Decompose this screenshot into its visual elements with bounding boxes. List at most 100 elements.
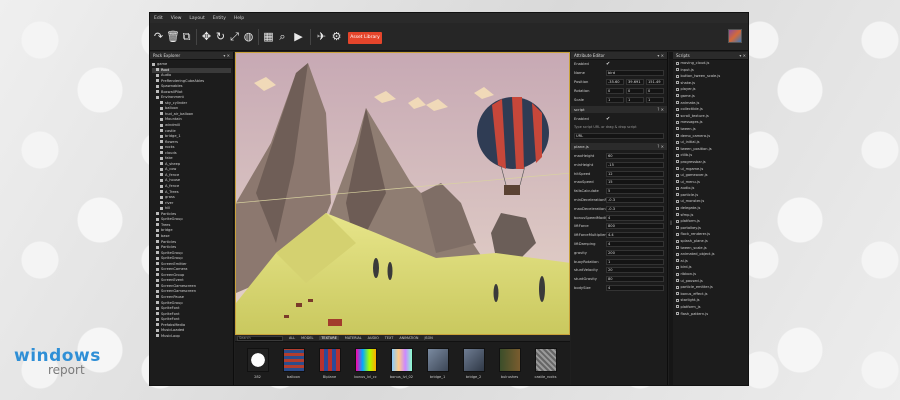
script-item[interactable]: shake.js [673,80,748,87]
script-item[interactable]: audio.js [673,185,748,192]
menu-item[interactable]: View [171,16,182,21]
script-item[interactable]: animated_object.js [673,251,748,258]
value-field[interactable]: 1 [606,258,664,265]
script-item[interactable]: tween_scale.js [673,245,748,252]
asset-item[interactable]: balloon [279,348,308,379]
enabled-checkbox[interactable]: ✔ [606,61,610,67]
asset-tab[interactable]: MODEL [301,336,313,340]
asset-tab[interactable]: ALL [289,336,295,340]
script-item[interactable]: platform_js [673,304,748,311]
panel-menu-icon[interactable]: ▾ ✕ [223,52,230,60]
asset-item[interactable]: Biplane [315,348,344,379]
script-item[interactable]: splash_plane.js [673,238,748,245]
script-enabled-checkbox[interactable]: ✔ [606,116,610,122]
asset-library-button[interactable]: Asset Library [348,32,382,44]
tree-item[interactable]: MusicLoop [152,334,231,340]
script-item[interactable]: sfmp.js [673,212,748,219]
script-item[interactable]: flock_renderer.js [673,231,748,238]
settings-icon[interactable]: ⚙ [330,30,343,43]
value-field[interactable]: -0.3 [606,205,664,212]
asset-tab[interactable]: JSON [424,336,432,340]
script-item[interactable]: player.js [673,86,748,93]
asset-item[interactable]: bonus_lvl_02 [387,348,416,379]
section-options-icon[interactable]: ? ✕ [657,143,664,150]
panel-menu-icon[interactable]: ▾ ✕ [739,52,746,60]
script-section-header[interactable]: script ? ✕ [571,105,667,113]
play-icon[interactable]: ▶ [292,30,305,43]
menu-item[interactable]: Help [234,16,244,21]
asset-tab[interactable]: TEXT [385,336,394,340]
value-field[interactable]: 200 [606,249,664,256]
script-item[interactable]: ui_menu.js [673,179,748,186]
script-item[interactable]: demo_camera.js [673,133,748,140]
script-item[interactable]: ui_initial.js [673,139,748,146]
vector-field[interactable]: -35.60 [606,78,624,85]
menu-item[interactable]: Entity [213,16,226,21]
value-field[interactable]: -15 [606,161,664,168]
asset-search-input[interactable]: Search [237,335,283,341]
copy-icon[interactable]: ⧉ [180,30,193,43]
zoom-icon[interactable]: ⌕ [276,30,289,43]
vector-field[interactable]: 1 [646,96,664,103]
asset-item[interactable]: bulrushes [495,348,524,379]
value-field[interactable]: -0.3 [606,196,664,203]
script-item[interactable]: ui_paused.js [673,278,748,285]
script-item[interactable]: animate.js [673,100,748,107]
asset-tab[interactable]: MATERIAL [345,336,362,340]
value-field[interactable]: 4 [606,284,664,291]
avatar[interactable] [728,29,742,43]
script-item[interactable]: platform.js [673,218,748,225]
panel-menu-icon[interactable]: ▾ ✕ [657,52,664,60]
script-item[interactable]: starlight.js [673,297,748,304]
value-field[interactable]: 5 [606,188,664,195]
script-item[interactable]: ribbon.js [673,271,748,278]
asset-tab[interactable]: TEXTURE [319,336,339,340]
script-item[interactable]: ctlib.js [673,152,748,159]
rotate-icon[interactable]: ↻ [214,30,227,43]
globe-icon[interactable]: ◍ [242,30,255,43]
script-item[interactable]: game.js [673,93,748,100]
delete-icon[interactable]: 🗑 [166,30,180,43]
value-field[interactable]: 12 [606,170,664,177]
grid-icon[interactable]: ▦ [262,30,275,43]
vector-field[interactable]: 151.49 [646,78,664,85]
value-field[interactable]: bird [606,70,664,77]
script-item[interactable]: button_tween_scale.js [673,73,748,80]
script-item[interactable]: ui_mgame.js [673,166,748,173]
script-item[interactable]: bird.js [673,264,748,271]
vector-field[interactable]: 1 [626,96,644,103]
asset-tab[interactable]: AUDIO [368,336,379,340]
script-item[interactable]: delegate.js [673,205,748,212]
script-item[interactable]: collectible.js [673,106,748,113]
value-field[interactable]: 4 [606,214,664,221]
script-item[interactable]: ui_monster.js [673,198,748,205]
menu-item[interactable]: Edit [154,16,163,21]
vector-field[interactable]: 0 [606,87,624,94]
value-field[interactable]: 15 [606,179,664,186]
redo-icon[interactable]: ↷ [152,30,165,43]
menu-item[interactable]: Layout [189,16,204,21]
asset-item[interactable]: castle_rocks [531,348,560,379]
asset-item[interactable]: bonus_lvl_cc [351,348,380,379]
script-item[interactable]: portalkey.js [673,225,748,232]
section-options-icon[interactable]: ? ✕ [657,106,664,113]
component-section-header[interactable]: plane.js ? ✕ [571,142,667,150]
value-field[interactable]: 4 [606,240,664,247]
value-field[interactable]: 80 [606,276,664,283]
script-item[interactable]: ai.js [673,258,748,265]
vector-field[interactable]: 1 [606,96,624,103]
value-field[interactable]: 20 [606,267,664,274]
vector-field[interactable]: 0 [646,87,664,94]
asset-item[interactable]: bridge_2 [459,348,488,379]
script-item[interactable]: messages.js [673,119,748,126]
vector-field[interactable]: 39.691 [626,78,644,85]
script-item[interactable]: bonus_effect.js [673,291,748,298]
scale-icon[interactable]: ⤢ [228,30,241,43]
script-url-field[interactable]: URL [574,133,664,140]
value-field[interactable]: 4.4 [606,232,664,239]
script-item[interactable]: input.js [673,67,748,74]
asset-item[interactable]: bridge_1 [423,348,452,379]
script-item[interactable]: progressbar.js [673,159,748,166]
publish-icon[interactable]: ✈ [315,30,328,43]
script-item[interactable]: moving_cloud.js [673,60,748,67]
